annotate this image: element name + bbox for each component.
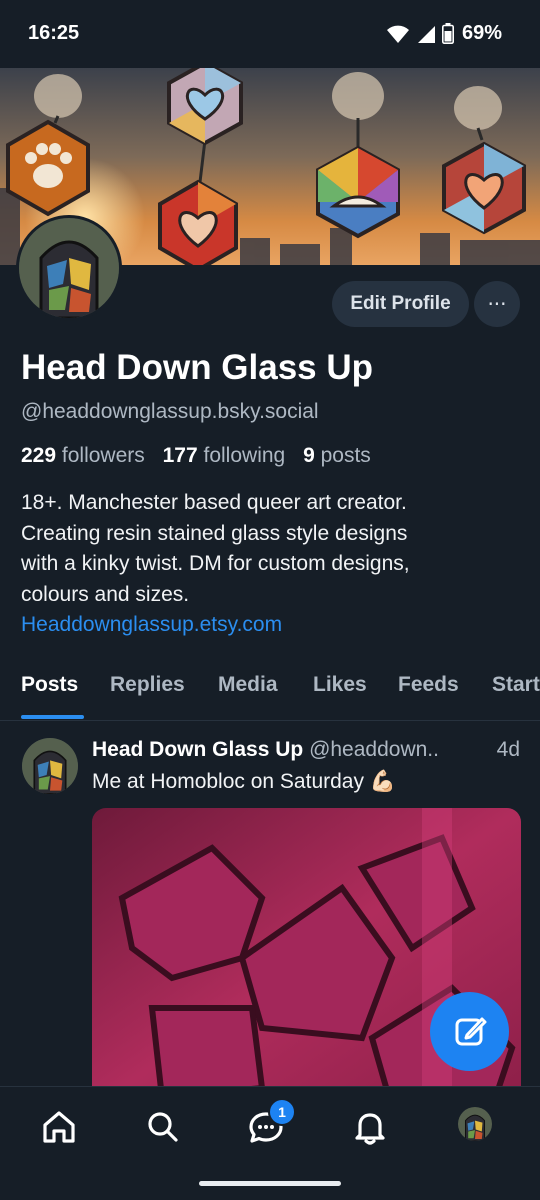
display-name: Head Down Glass Up [21,348,374,387]
nav-profile-avatar[interactable] [458,1107,492,1141]
post-avatar-image [22,738,78,794]
tab-replies[interactable]: Replies [110,673,185,697]
tab-posts[interactable]: Posts [21,673,78,697]
edit-profile-button[interactable]: Edit Profile [332,281,469,327]
tab-feeds[interactable]: Feeds [398,673,459,697]
avatar-image [19,218,119,318]
nav-notifications-button[interactable] [346,1103,394,1151]
bio-line: colours and sizes. [21,582,190,606]
profile-bio: 18+. Manchester based queer art creator.… [21,488,521,641]
cell-signal-icon [417,25,435,43]
bio-line: Creating resin stained glass style desig… [21,521,408,545]
post-header: Head Down Glass Up @headdown.. 4d [92,738,524,762]
posts-label: posts [320,444,371,467]
profile-handle: @headdownglassup.bsky.social [21,400,319,423]
chat-unread-badge: 1 [268,1098,296,1126]
nav-search-button[interactable] [139,1103,187,1151]
tab-media[interactable]: Media [218,673,278,697]
profile-avatar[interactable] [16,215,122,321]
status-time: 16:25 [28,22,80,44]
more-options-button[interactable]: ··· [474,281,520,327]
status-bar: 16:25 69% [0,0,540,68]
bell-icon [355,1113,385,1145]
search-icon [148,1112,178,1142]
following-count: 177 [162,444,198,467]
nav-avatar-image [458,1107,492,1141]
status-icons: 69% [386,22,502,45]
following-label: following [203,444,286,467]
post-avatar[interactable] [22,738,78,794]
nav-home-button[interactable] [35,1103,83,1151]
post-time: 4d [496,738,520,761]
followers-link[interactable]: 229 followers [21,444,163,467]
posts-count: 9 [303,444,315,467]
home-indicator[interactable] [199,1181,341,1186]
tab-starter-packs[interactable]: Start [492,673,540,697]
followers-count: 229 [21,444,57,467]
bio-line: 18+. Manchester based queer art creator. [21,491,407,514]
bio-link[interactable]: Headdownglassup.etsy.com [21,610,521,641]
post-author[interactable]: Head Down Glass Up [92,738,303,761]
battery-icon [441,23,454,44]
wifi-icon [386,25,409,43]
battery-percent: 69% [461,22,502,44]
compose-post-button[interactable] [430,992,509,1071]
post-handle[interactable]: @headdown.. [309,738,439,761]
active-tab-indicator [21,715,84,719]
profile-tabs: Posts Replies Media Likes Feeds Start [0,660,540,721]
following-link[interactable]: 177 following [163,444,303,467]
compose-icon [455,1017,487,1046]
profile-screen: 16:25 69% Edit Profile ··· Head Down Gla… [0,0,540,1200]
profile-stats: 229 followers 177 following 9 posts [21,444,383,468]
followers-label: followers [61,444,145,467]
home-icon [43,1111,75,1143]
post-text: Me at Homobloc on Saturday 💪🏻 [92,770,396,793]
tab-likes[interactable]: Likes [313,673,367,697]
bio-line: with a kinky twist. DM for custom design… [21,552,410,575]
